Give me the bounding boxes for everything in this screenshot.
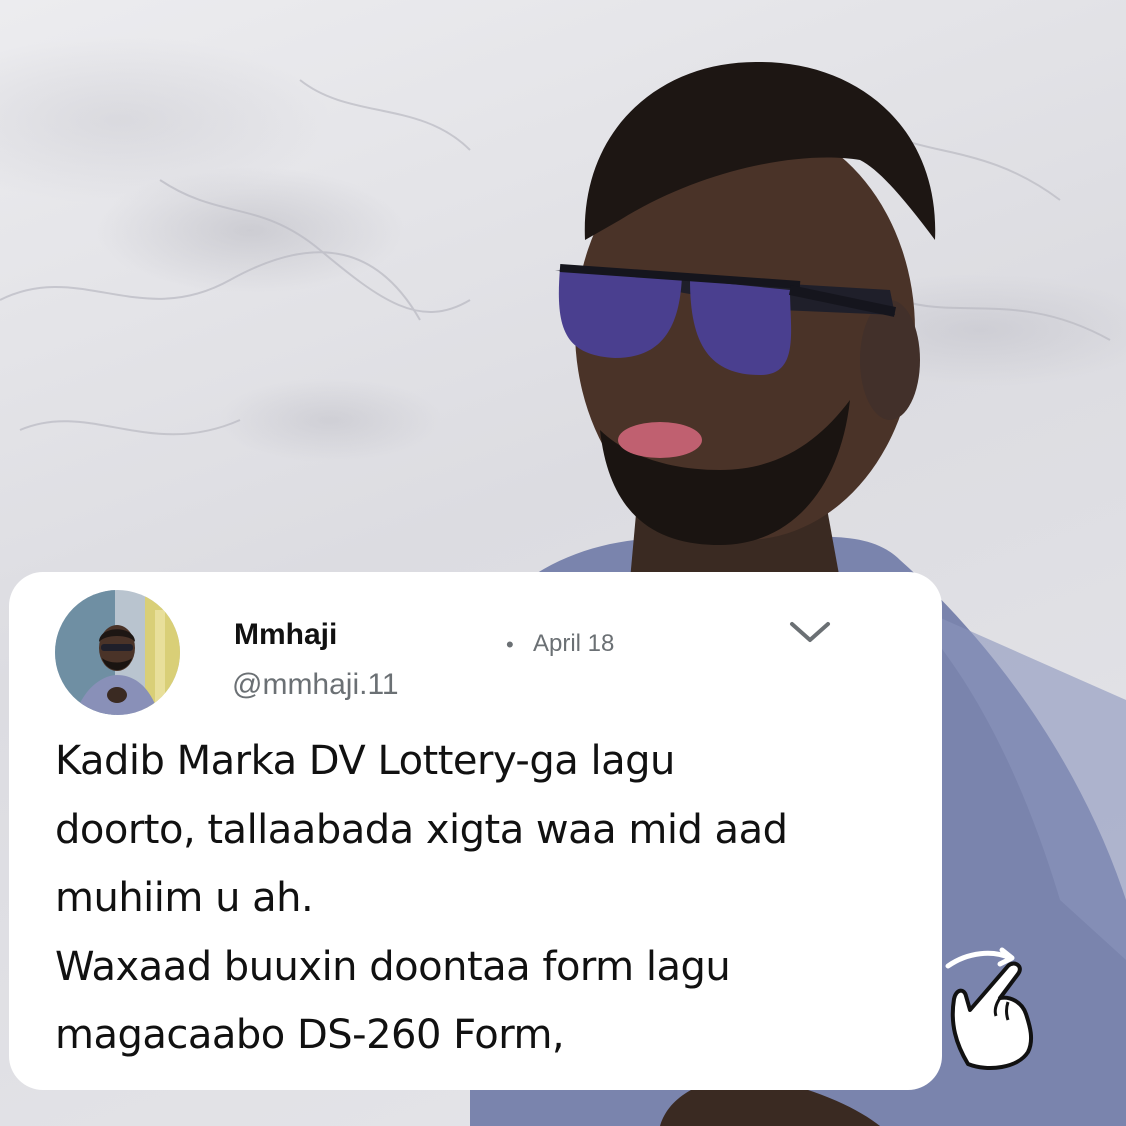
tweet-text-line: Kadib Marka DV Lottery-ga lagu [55, 738, 675, 784]
chevron-down-icon[interactable] [784, 612, 836, 652]
user-handle[interactable]: @mmhaji.11 [232, 670, 399, 700]
tweet-text-line: magacaabo DS-260 Form, [55, 1012, 565, 1058]
tweet-text-line: muhiim u ah. [55, 875, 314, 921]
separator-dot: • [506, 632, 514, 657]
pointing-hand-icon [938, 944, 1048, 1074]
tweet-text-line: Waxaad buuxin doontaa form lagu [55, 943, 731, 990]
tweet-text-line: doorto, tallaabada xigta waa mid aad [55, 806, 788, 853]
display-name[interactable]: Mmhaji [234, 620, 337, 650]
avatar[interactable] [55, 590, 180, 715]
tweet-text: Kadib Marka DV Lottery-ga lagu doorto, t… [55, 727, 935, 1070]
tweet-date[interactable]: April 18 [533, 632, 614, 656]
